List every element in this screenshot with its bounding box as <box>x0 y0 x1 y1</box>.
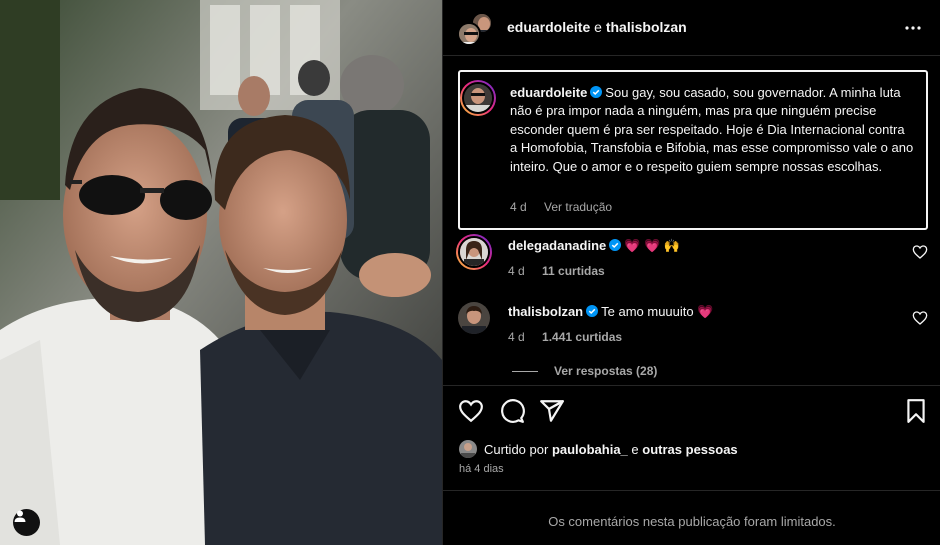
user-tag-icon <box>14 510 26 522</box>
comment-item: delegadanadine 💗 💗 🙌 4 d 11 curtidas <box>456 234 928 282</box>
verified-badge-icon <box>586 305 599 317</box>
liked-by-connector: e <box>631 441 639 457</box>
liked-by-others[interactable]: outras pessoas <box>642 442 737 457</box>
comment-text: delegadanadine 💗 💗 🙌 <box>508 238 680 254</box>
comment-body: Te amo muuuito 💗 <box>601 304 714 319</box>
comment-username[interactable]: thalisbolzan <box>508 304 583 319</box>
comment-meta: 4 d 1.441 curtidas <box>508 330 622 344</box>
view-replies-label: Ver respostas (28) <box>554 364 658 378</box>
caption-username[interactable]: eduardoleite <box>510 85 587 100</box>
post-side-panel: eduardoleite e thalisbolzan eduardoleite… <box>442 0 940 545</box>
tagged-users-button[interactable] <box>13 509 40 536</box>
more-options-icon <box>905 26 921 30</box>
avatar <box>457 22 481 46</box>
comment-likes[interactable]: 11 curtidas <box>542 264 605 278</box>
post-header: eduardoleite e thalisbolzan <box>443 0 940 56</box>
verified-badge-icon <box>609 239 622 251</box>
view-replies-button[interactable]: Ver respostas (28) <box>512 364 657 378</box>
comments-limited-notice: Os comentários nesta publicação foram li… <box>548 514 836 529</box>
photo-image <box>0 0 442 545</box>
divider <box>443 385 940 386</box>
collab-avatars[interactable] <box>457 12 493 46</box>
replies-divider <box>512 370 538 372</box>
heart-icon <box>459 400 483 423</box>
caption-meta: 4 d Ver tradução <box>510 200 612 214</box>
liked-by: Curtido por paulobahia_ e outras pessoas <box>459 440 738 458</box>
comment-text: thalisbolzan Te amo muuuito 💗 <box>508 304 713 320</box>
bookmark-icon <box>907 399 925 423</box>
comment-item: thalisbolzan Te amo muuuito 💗 4 d 1.441 c… <box>458 302 928 348</box>
collaborator-username[interactable]: thalisbolzan <box>606 19 687 35</box>
comment-icon <box>501 399 525 423</box>
heart-icon[interactable] <box>912 244 928 260</box>
comment-time[interactable]: 4 d <box>508 330 525 344</box>
post-photo[interactable] <box>0 0 442 545</box>
divider <box>443 490 940 491</box>
share-icon <box>540 400 564 422</box>
more-options-button[interactable] <box>901 16 925 40</box>
caption-block: eduardoleite Sou gay, sou casado, sou gov… <box>458 70 928 230</box>
comment-likes[interactable]: 1.441 curtidas <box>542 330 622 344</box>
header-connector: e <box>594 19 602 35</box>
caption-avatar[interactable] <box>460 80 496 116</box>
verified-badge-icon <box>590 86 603 98</box>
comment-avatar[interactable] <box>456 234 492 270</box>
liked-by-user[interactable]: paulobahia_ <box>552 442 628 457</box>
comment-username[interactable]: delegadanadine <box>508 238 606 253</box>
author-username[interactable]: eduardoleite <box>507 19 590 35</box>
caption-time[interactable]: 4 d <box>510 200 527 214</box>
share-button[interactable] <box>539 398 565 424</box>
comment-body: 💗 💗 🙌 <box>624 238 681 253</box>
like-button[interactable] <box>458 398 484 424</box>
heart-icon[interactable] <box>912 310 928 326</box>
avatar[interactable] <box>459 440 477 458</box>
comment-avatar[interactable] <box>458 302 490 334</box>
comment-button[interactable] <box>499 398 525 424</box>
save-button[interactable] <box>903 398 929 424</box>
translate-link[interactable]: Ver tradução <box>544 200 612 214</box>
liked-by-prefix: Curtido por <box>484 441 549 457</box>
post-time[interactable]: há 4 dias <box>459 463 504 475</box>
comment-meta: 4 d 11 curtidas <box>508 264 605 278</box>
comment-time[interactable]: 4 d <box>508 264 525 278</box>
caption-text: eduardoleite Sou gay, sou casado, sou gov… <box>510 84 915 176</box>
post-header-title: eduardoleite e thalisbolzan <box>507 19 687 35</box>
